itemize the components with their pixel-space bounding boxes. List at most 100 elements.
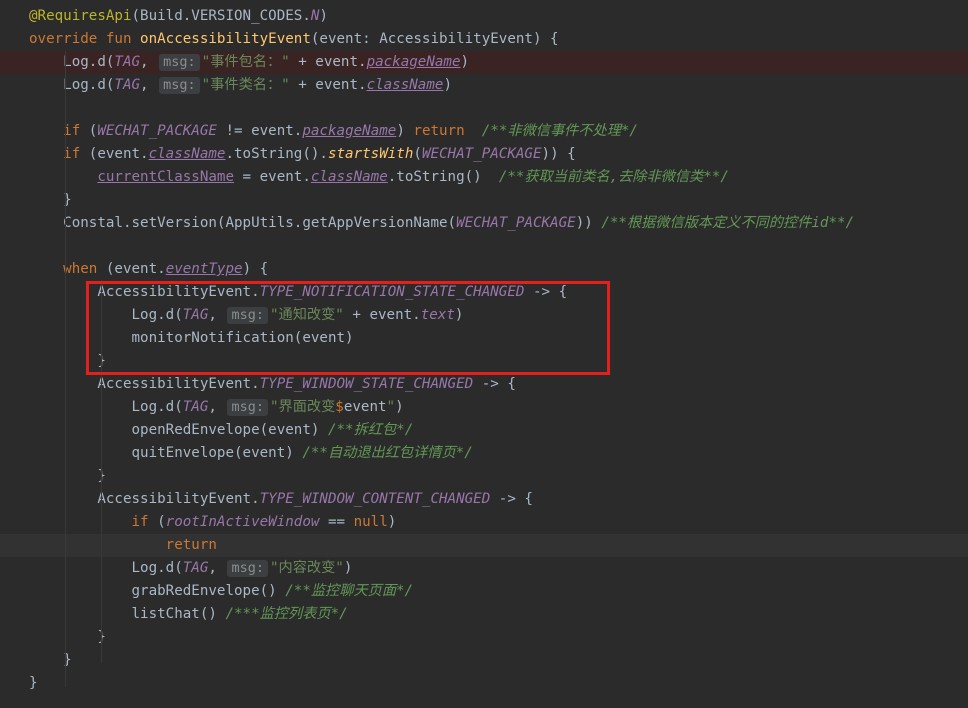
code-line[interactable]: @RequiresApi(Build.VERSION_CODES.N) [0, 5, 968, 28]
code-line[interactable]: Constal.setVersion(AppUtils.getAppVersio… [0, 212, 968, 235]
code-text: listChat() /***监控列表页*/ [29, 603, 348, 626]
code-line[interactable]: } [0, 626, 968, 649]
code-text: Log.d(TAG, msg: "事件包名：" + event.packageNa… [29, 51, 469, 74]
code-line[interactable]: } [0, 649, 968, 672]
code-token: (event. [88, 146, 149, 162]
code-token: .toString() [387, 169, 499, 185]
code-token: eventType [165, 261, 243, 277]
code-text: grabRedEnvelope() /**监控聊天页面*/ [29, 580, 413, 603]
code-token: == [319, 514, 354, 530]
code-token: packageName [366, 54, 461, 70]
code-token: TAG [114, 54, 141, 70]
code-line[interactable]: } [0, 465, 968, 488]
code-token: /**自动退出红包详情页*/ [302, 445, 473, 461]
code-line[interactable]: if (WECHAT_PACKAGE != event.packageName)… [0, 120, 968, 143]
code-token: null [353, 514, 388, 530]
code-token: , [140, 77, 158, 93]
code-text: override fun onAccessibilityEvent(event:… [29, 28, 559, 51]
code-line[interactable]: listChat() /***监控列表页*/ [0, 603, 968, 626]
code-token: ) [319, 8, 328, 24]
code-token: if [131, 514, 158, 530]
code-token: AccessibilityEvent. [29, 376, 260, 392]
code-line[interactable]: return [0, 534, 968, 557]
indent-guide [65, 51, 66, 687]
code-token: WECHAT_PACKAGE [421, 146, 542, 162]
code-text: if (WECHAT_PACKAGE != event.packageName)… [29, 120, 638, 143]
code-line[interactable]: if (event.className.toString().startsWit… [0, 143, 968, 166]
code-token: event [343, 399, 387, 415]
code-text: } [29, 465, 106, 488]
code-token: "事件包名：" [201, 54, 290, 70]
code-line[interactable]: override fun onAccessibilityEvent(event:… [0, 28, 968, 51]
code-line[interactable]: when (event.eventType) { [0, 258, 968, 281]
code-editor[interactable]: @RequiresApi(Build.VERSION_CODES.N) overr… [0, 0, 968, 708]
code-line[interactable]: AccessibilityEvent.TYPE_WINDOW_STATE_CHA… [0, 373, 968, 396]
code-token: .toString(). [225, 146, 328, 162]
code-token: /**拆红包*/ [327, 422, 414, 438]
code-token: (event: AccessibilityEvent) { [310, 31, 559, 47]
code-token: TAG [114, 77, 141, 93]
parameter-hint: msg: [227, 560, 268, 577]
parameter-hint: msg: [159, 77, 200, 94]
code-token: TAG [182, 560, 209, 576]
code-text: } [29, 672, 38, 695]
code-text: quitEnvelope(event) /**自动退出红包详情页*/ [29, 442, 473, 465]
code-token: -> { [473, 376, 516, 392]
code-text: Constal.setVersion(AppUtils.getAppVersio… [29, 212, 854, 235]
code-token: )) [575, 215, 602, 231]
code-line[interactable] [0, 97, 968, 120]
code-token: ) [396, 123, 414, 139]
code-token: override fun [29, 31, 141, 47]
code-token: = event. [234, 169, 311, 185]
code-token: + event. [289, 77, 367, 93]
code-token: ( [413, 146, 422, 162]
code-token: Log.d( [29, 560, 183, 576]
code-token: "界面改变 [269, 399, 336, 415]
code-token: $ [335, 399, 344, 415]
code-text: return [29, 534, 217, 557]
code-line[interactable]: openRedEnvelope(event) /**拆红包*/ [0, 419, 968, 442]
code-token: != event. [216, 123, 303, 139]
code-token: className [148, 146, 226, 162]
code-token: onAccessibilityEvent [140, 31, 311, 47]
code-token: Log.d( [29, 399, 183, 415]
parameter-hint: msg: [159, 54, 200, 71]
code-line[interactable]: } [0, 672, 968, 695]
code-token: Log.d( [29, 77, 115, 93]
code-line[interactable]: quitEnvelope(event) /**自动退出红包详情页*/ [0, 442, 968, 465]
code-text: AccessibilityEvent.TYPE_WINDOW_STATE_CHA… [29, 373, 516, 396]
code-line[interactable]: Log.d(TAG, msg: "事件类名：" + event.className… [0, 74, 968, 97]
code-line[interactable]: Log.d(TAG, msg: "内容改变") [0, 557, 968, 580]
code-text: @RequiresApi(Build.VERSION_CODES.N) [29, 5, 328, 28]
code-line[interactable]: AccessibilityEvent.TYPE_WINDOW_CONTENT_C… [0, 488, 968, 511]
code-token: grabRedEnvelope() [29, 583, 286, 599]
code-token: ) [443, 77, 452, 93]
code-line[interactable]: Log.d(TAG, msg: "事件包名：" + event.packageNa… [0, 51, 968, 74]
code-token: /**根据微信版本定义不同的控件id**/ [601, 215, 855, 231]
code-token: "事件类名：" [201, 77, 290, 93]
code-line[interactable]: Log.d(TAG, msg: "界面改变$event") [0, 396, 968, 419]
code-token: /***监控列表页*/ [225, 606, 348, 622]
code-text: Log.d(TAG, msg: "内容改变") [29, 557, 352, 580]
code-text: Log.d(TAG, msg: "界面改变$event") [29, 396, 404, 419]
code-text: if (rootInActiveWindow == null) [29, 511, 397, 534]
code-line[interactable] [0, 235, 968, 258]
code-token: listChat() [29, 606, 226, 622]
code-token: openRedEnvelope(event) [29, 422, 328, 438]
code-token: } [29, 468, 106, 484]
code-token: return [165, 537, 217, 553]
code-token: TAG [182, 399, 209, 415]
code-line[interactable]: } [0, 189, 968, 212]
code-text: } [29, 626, 106, 649]
code-line[interactable]: grabRedEnvelope() /**监控聊天页面*/ [0, 580, 968, 603]
code-token: startsWith [327, 146, 414, 162]
code-line[interactable]: if (rootInActiveWindow == null) [0, 511, 968, 534]
code-token: ) [460, 54, 470, 70]
parameter-hint: msg: [227, 399, 268, 416]
code-line[interactable]: currentClassName = event.className.toStr… [0, 166, 968, 189]
red-highlight-box [86, 281, 610, 375]
code-text: AccessibilityEvent.TYPE_WINDOW_CONTENT_C… [29, 488, 533, 511]
